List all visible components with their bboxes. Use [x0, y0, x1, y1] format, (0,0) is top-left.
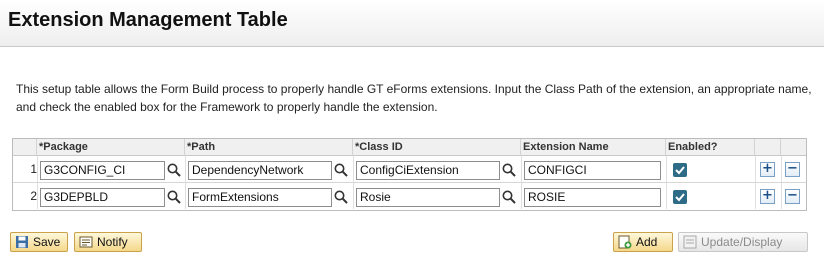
package-input[interactable]: G3CONFIG_CI [40, 161, 165, 180]
enabled-checkbox[interactable] [673, 163, 687, 177]
enabled-checkbox[interactable] [673, 190, 687, 204]
class-id-input[interactable]: ConfigCiExtension [356, 161, 500, 180]
row-number: 1 [30, 162, 37, 176]
add-row-icon[interactable]: + [760, 189, 775, 204]
notify-icon [79, 236, 93, 248]
checkbox-checked-icon [675, 193, 685, 202]
lookup-icon[interactable] [166, 162, 182, 178]
row-number-header [13, 139, 37, 156]
column-header-add [755, 139, 781, 156]
column-header-enabled: Enabled? [666, 139, 755, 156]
extension-grid: *Package *Path *Class ID Extension Name … [12, 138, 807, 211]
notify-button-label: Notify [97, 235, 128, 249]
update-display-button-label: Update/Display [701, 235, 783, 249]
delete-row-icon[interactable]: − [785, 189, 800, 204]
column-header-path: *Path [185, 139, 353, 156]
update-display-icon [683, 235, 697, 249]
save-button[interactable]: Save [10, 232, 68, 252]
add-icon [618, 235, 632, 249]
page-header: Extension Management Table [0, 0, 824, 47]
page-title: Extension Management Table [8, 9, 288, 31]
update-display-button[interactable]: Update/Display [678, 232, 808, 252]
column-header-package: *Package [37, 139, 185, 156]
lookup-icon[interactable] [501, 162, 517, 178]
column-header-class-id: *Class ID [353, 139, 521, 156]
save-button-label: Save [33, 235, 61, 249]
extension-name-input[interactable]: CONFIGCI [524, 161, 661, 180]
column-header-delete [781, 139, 806, 156]
checkbox-checked-icon [675, 166, 685, 175]
lookup-icon[interactable] [333, 162, 349, 178]
add-button[interactable]: Add [613, 232, 673, 252]
extension-name-input[interactable]: ROSIE [524, 188, 661, 207]
class-id-input[interactable]: Rosie [356, 188, 500, 207]
row-number: 2 [30, 189, 37, 203]
lookup-icon[interactable] [166, 189, 182, 205]
table-row: 2 G3DEPBLD FormExtensions Rosie ROSIE + … [13, 183, 806, 210]
add-row-icon[interactable]: + [760, 162, 775, 177]
lookup-icon[interactable] [501, 189, 517, 205]
notify-button[interactable]: Notify [74, 232, 142, 252]
add-button-label: Add [636, 235, 658, 249]
path-input[interactable]: FormExtensions [188, 188, 332, 207]
table-row: 1 G3CONFIG_CI DependencyNetwork ConfigCi… [13, 156, 806, 183]
delete-row-icon[interactable]: − [785, 162, 800, 177]
package-input[interactable]: G3DEPBLD [40, 188, 165, 207]
instructions-text: This setup table allows the Form Build p… [16, 82, 812, 114]
path-input[interactable]: DependencyNetwork [188, 161, 332, 180]
column-header-extension-name: Extension Name [521, 139, 666, 156]
save-icon [16, 236, 28, 248]
lookup-icon[interactable] [333, 189, 349, 205]
